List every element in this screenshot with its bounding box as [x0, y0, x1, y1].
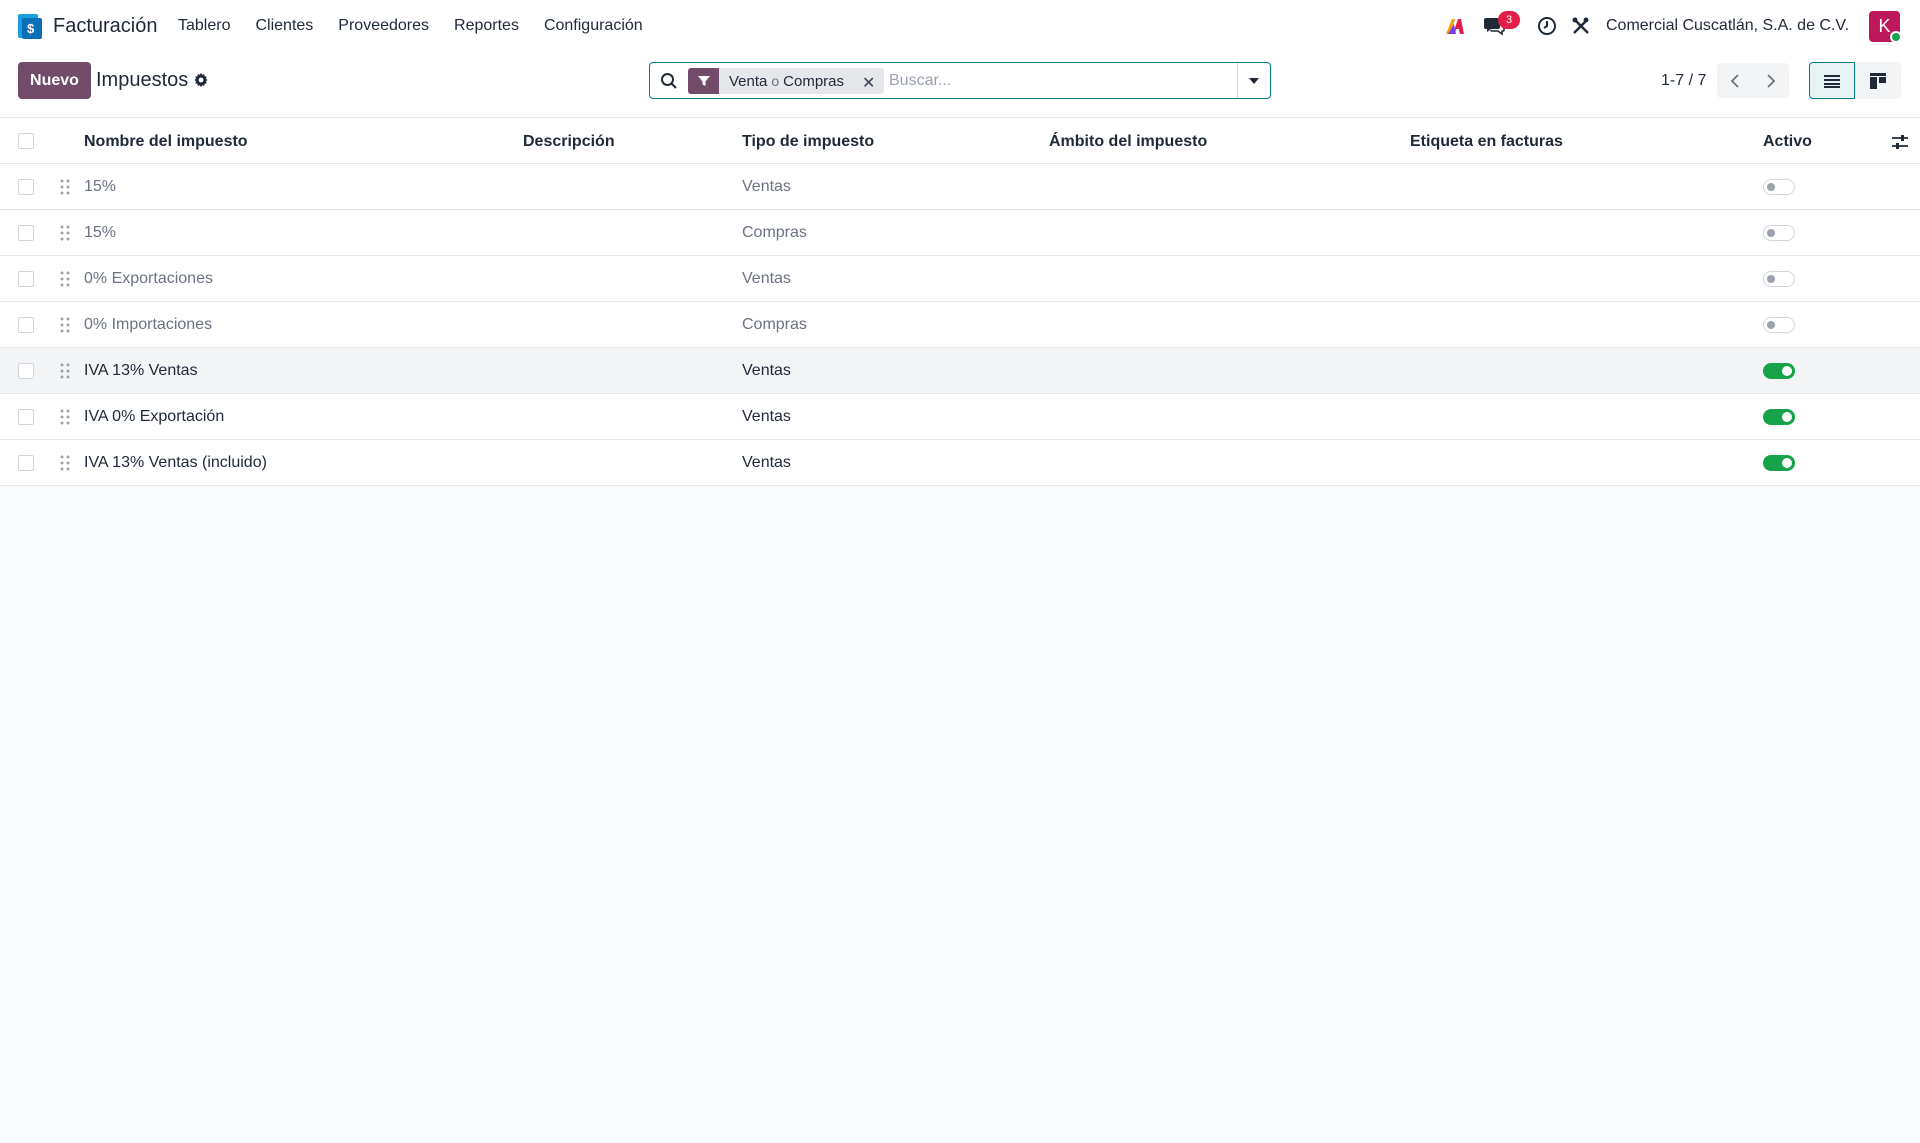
row-checkbox[interactable]	[18, 455, 34, 471]
company-switcher[interactable]: Comercial Cuscatlán, S.A. de C.V.	[1606, 17, 1849, 35]
gear-icon[interactable]	[193, 72, 209, 88]
pager-next-button[interactable]	[1753, 63, 1789, 98]
search-icon[interactable]	[660, 72, 678, 90]
table-row[interactable]: IVA 0% Exportación Ventas	[0, 394, 1920, 440]
facet-value-venta: Venta	[729, 72, 768, 90]
online-status-dot	[1890, 31, 1902, 43]
active-toggle[interactable]	[1763, 179, 1795, 195]
cell-nombre: IVA 13% Ventas	[84, 362, 198, 379]
cell-nombre: IVA 13% Ventas (incluido)	[84, 454, 267, 471]
page-title: Impuestos	[96, 69, 189, 91]
chevron-right-icon	[1767, 73, 1776, 88]
control-panel: Nuevo Impuestos Venta o Compras ✕ 1-7 / …	[0, 52, 1920, 118]
drag-handle-icon[interactable]	[59, 315, 71, 335]
cell-tipo: Compras	[742, 316, 807, 333]
drag-handle-icon[interactable]	[59, 223, 71, 243]
row-checkbox[interactable]	[18, 179, 34, 195]
column-header-etiqueta[interactable]: Etiqueta en facturas	[1410, 118, 1563, 164]
taxes-table: Nombre del impuesto Descripción Tipo de …	[0, 118, 1920, 486]
column-header-descripcion[interactable]: Descripción	[523, 118, 615, 164]
column-header-ambito[interactable]: Ámbito del impuesto	[1049, 118, 1207, 164]
tools-icon[interactable]	[1569, 14, 1593, 38]
column-header-tipo[interactable]: Tipo de impuesto	[742, 118, 874, 164]
new-button[interactable]: Nuevo	[18, 62, 91, 99]
cell-nombre: 15%	[84, 224, 117, 241]
cell-nombre: 15%	[84, 178, 117, 195]
active-toggle[interactable]	[1763, 363, 1795, 379]
table-row[interactable]: 0% Exportaciones Ventas	[0, 256, 1920, 302]
clock-icon[interactable]	[1535, 14, 1559, 38]
drag-handle-icon[interactable]	[59, 177, 71, 197]
active-toggle[interactable]	[1763, 455, 1795, 471]
row-checkbox[interactable]	[18, 317, 34, 333]
column-header-nombre[interactable]: Nombre del impuesto	[84, 118, 248, 164]
ai-logo-icon[interactable]	[1443, 14, 1467, 38]
pager-previous-button[interactable]	[1717, 63, 1753, 98]
table-row[interactable]: 15% Compras	[0, 210, 1920, 256]
menu-item-tablero[interactable]: Tablero	[178, 17, 230, 35]
filter-facet: Venta o Compras ✕	[688, 68, 884, 94]
cell-tipo: Compras	[742, 224, 807, 241]
facet-value-compras: Compras	[783, 72, 845, 90]
cell-tipo: Ventas	[742, 362, 791, 379]
row-checkbox[interactable]	[18, 363, 34, 379]
menu-item-clientes[interactable]: Clientes	[255, 17, 313, 35]
facet-separator: o	[771, 73, 780, 89]
top-navbar: $ Facturación Tablero Clientes Proveedor…	[0, 0, 1920, 52]
kanban-view-button[interactable]	[1855, 62, 1901, 99]
cell-nombre: IVA 0% Exportación	[84, 408, 225, 425]
search-input[interactable]	[889, 70, 1219, 92]
drag-handle-icon[interactable]	[59, 407, 71, 427]
menu-item-proveedores[interactable]: Proveedores	[338, 17, 429, 35]
select-all-checkbox[interactable]	[18, 133, 34, 149]
search-options-toggle[interactable]	[1237, 63, 1270, 98]
svg-text:$: $	[27, 21, 35, 36]
cell-nombre: 0% Exportaciones	[84, 270, 213, 287]
column-header-activo[interactable]: Activo	[1763, 118, 1812, 164]
caret-down-icon	[1249, 77, 1259, 84]
list-icon	[1824, 74, 1840, 88]
menu-item-reportes[interactable]: Reportes	[454, 17, 519, 35]
chevron-left-icon	[1730, 73, 1739, 88]
invoicing-app-icon[interactable]: $	[16, 13, 42, 39]
row-checkbox[interactable]	[18, 271, 34, 287]
cell-tipo: Ventas	[742, 408, 791, 425]
active-toggle[interactable]	[1763, 317, 1795, 333]
cell-tipo: Ventas	[742, 270, 791, 287]
optional-columns-icon[interactable]	[1891, 133, 1909, 151]
active-toggle[interactable]	[1763, 409, 1795, 425]
drag-handle-icon[interactable]	[59, 361, 71, 381]
kanban-icon	[1870, 72, 1886, 89]
active-toggle[interactable]	[1763, 225, 1795, 241]
app-name[interactable]: Facturación	[53, 15, 158, 38]
table-row[interactable]: IVA 13% Ventas (incluido) Ventas	[0, 440, 1920, 486]
table-row[interactable]: 15% Ventas	[0, 164, 1920, 210]
table-row[interactable]: 0% Importaciones Compras	[0, 302, 1920, 348]
row-checkbox[interactable]	[18, 225, 34, 241]
drag-handle-icon[interactable]	[59, 453, 71, 473]
pager-value[interactable]: 1-7 / 7	[1661, 72, 1706, 90]
drag-handle-icon[interactable]	[59, 269, 71, 289]
filter-icon	[688, 68, 719, 94]
cell-nombre: 0% Importaciones	[84, 316, 213, 333]
menu-item-configuracion[interactable]: Configuración	[544, 17, 643, 35]
search-bar: Venta o Compras ✕	[649, 62, 1271, 99]
table-header: Nombre del impuesto Descripción Tipo de …	[0, 118, 1920, 164]
cell-tipo: Ventas	[742, 454, 791, 471]
row-checkbox[interactable]	[18, 409, 34, 425]
main-menu: Tablero Clientes Proveedores Reportes Co…	[178, 17, 668, 35]
active-toggle[interactable]	[1763, 271, 1795, 287]
cell-tipo: Ventas	[742, 178, 791, 195]
list-view-button[interactable]	[1809, 62, 1855, 99]
messages-badge: 3	[1498, 11, 1520, 29]
close-icon[interactable]: ✕	[862, 73, 875, 93]
table-row[interactable]: IVA 13% Ventas Ventas	[0, 348, 1920, 394]
